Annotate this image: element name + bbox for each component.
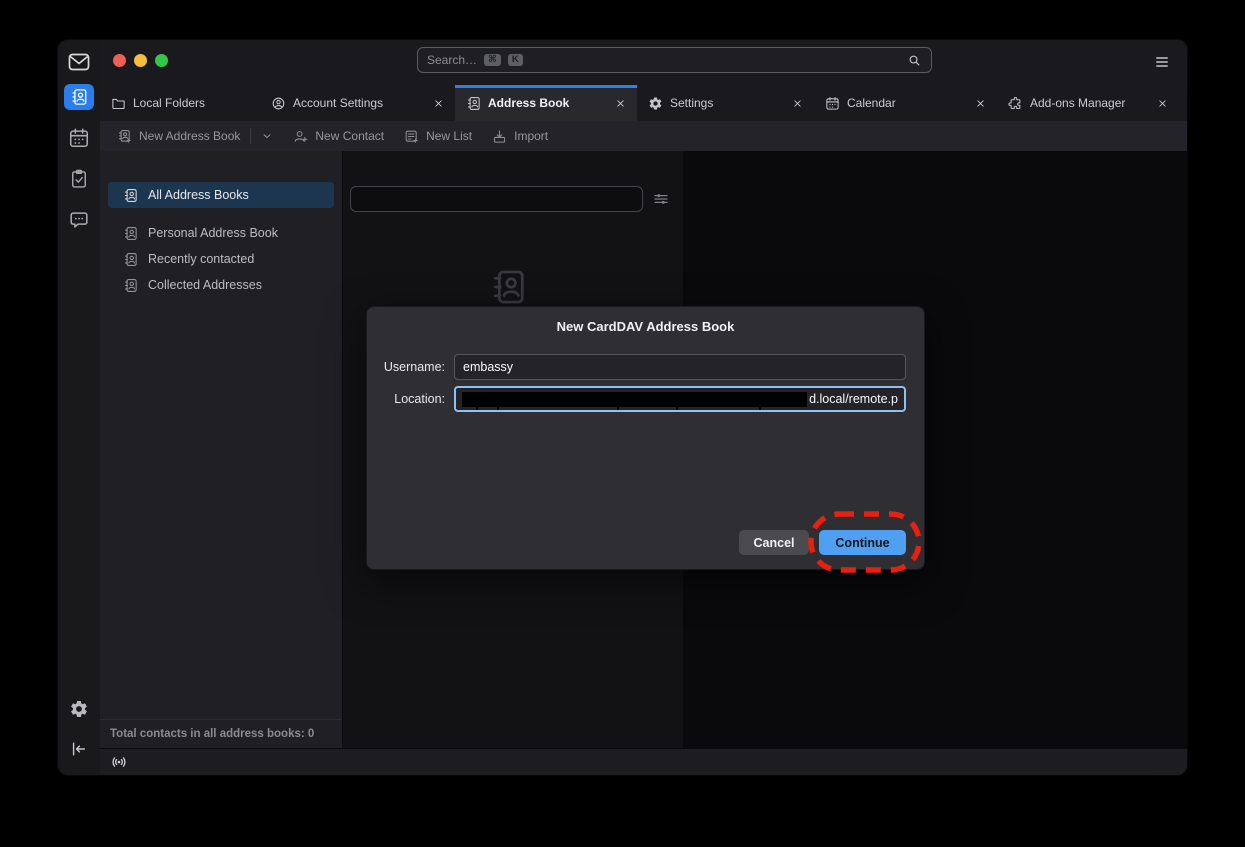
tab-calendar[interactable]: Calendar — [814, 85, 997, 121]
close-tab-icon[interactable] — [615, 98, 626, 109]
tab-label: Address Book — [488, 96, 569, 110]
address-book-toolbar: New Address Book New Contact New List Im… — [100, 121, 1187, 151]
folder-icon — [111, 96, 126, 111]
calendar-icon — [825, 96, 840, 111]
location-visible-text: d.local/remote.p — [809, 392, 898, 406]
sidebar-item-label: Collected Addresses — [148, 278, 262, 292]
toolbar-label: New Address Book — [139, 129, 240, 143]
app-menu-icon[interactable] — [1154, 55, 1170, 69]
address-book-icon — [123, 278, 138, 293]
empty-address-book-icon — [489, 268, 527, 306]
new-contact-icon — [293, 129, 308, 144]
puzzle-icon — [1008, 96, 1023, 111]
mail-space-icon[interactable] — [67, 50, 91, 74]
minimize-window-button[interactable] — [134, 54, 147, 67]
search-icon — [907, 53, 922, 68]
tab-addons-manager[interactable]: Add-ons Manager — [997, 85, 1179, 121]
tab-label: Add-ons Manager — [1030, 96, 1125, 110]
collapse-rail-icon[interactable] — [67, 737, 91, 761]
dialog-title: New CardDAV Address Book — [367, 319, 924, 334]
close-tab-icon[interactable] — [975, 98, 986, 109]
address-book-icon — [123, 226, 138, 241]
location-label: Location: — [383, 392, 445, 406]
global-search-field[interactable]: Search… ⌘ K — [417, 47, 932, 73]
new-list-icon — [404, 129, 419, 144]
close-tab-icon[interactable] — [792, 98, 803, 109]
address-book-icon — [123, 252, 138, 267]
total-contacts-status: Total contacts in all address books: 0 — [100, 719, 342, 748]
sidebar-item-all-address-books[interactable]: All Address Books — [108, 182, 334, 208]
tab-label: Local Folders — [133, 96, 205, 110]
chat-space-icon[interactable] — [67, 208, 91, 231]
gear-icon — [648, 96, 663, 111]
tab-bar: Local Folders Account Settings Address B… — [100, 85, 1187, 121]
traffic-lights — [113, 54, 168, 67]
search-placeholder: Search… — [427, 53, 477, 67]
sidebar-item-label: All Address Books — [148, 188, 249, 202]
toolbar-label: New Contact — [315, 129, 384, 143]
address-book-space-icon[interactable] — [64, 84, 94, 110]
toolbar-label: New List — [426, 129, 472, 143]
address-book-icon — [123, 188, 138, 203]
contacts-search-input[interactable] — [350, 186, 643, 212]
username-label: Username: — [383, 360, 445, 374]
close-tab-icon[interactable] — [1157, 98, 1168, 109]
status-bar — [100, 748, 1187, 775]
location-field[interactable]: d.local/remote.p — [454, 386, 906, 412]
address-book-icon — [466, 96, 481, 111]
tab-label: Account Settings — [293, 96, 383, 110]
sidebar-item-collected-addresses[interactable]: Collected Addresses — [108, 272, 334, 298]
continue-button[interactable]: Continue — [819, 530, 906, 555]
broadcast-icon — [110, 753, 128, 771]
new-contact-button[interactable]: New Contact — [293, 129, 384, 144]
tab-label: Settings — [670, 96, 713, 110]
sidebar-item-label: Recently contacted — [148, 252, 254, 266]
close-tab-icon[interactable] — [433, 98, 444, 109]
address-books-sidebar: All Address Books Personal Address Book … — [100, 151, 342, 748]
new-address-book-button[interactable]: New Address Book — [117, 128, 273, 144]
title-bar: Search… ⌘ K — [100, 40, 1187, 85]
import-button[interactable]: Import — [492, 129, 548, 144]
toolbar-label: Import — [514, 129, 548, 143]
zoom-window-button[interactable] — [155, 54, 168, 67]
calendar-space-icon[interactable] — [67, 126, 91, 149]
close-window-button[interactable] — [113, 54, 126, 67]
sidebar-item-personal-address-book[interactable]: Personal Address Book — [108, 220, 334, 246]
account-icon — [271, 96, 286, 111]
screen: Search… ⌘ K Local Folders Account Settin… — [0, 0, 1245, 847]
settings-gear-icon[interactable] — [67, 697, 91, 721]
import-icon — [492, 129, 507, 144]
chevron-down-icon[interactable] — [261, 130, 273, 142]
new-list-button[interactable]: New List — [404, 129, 472, 144]
tab-account-settings[interactable]: Account Settings — [260, 85, 455, 121]
new-carddav-dialog: New CardDAV Address Book Username: Locat… — [366, 306, 925, 570]
cmd-keycap: ⌘ — [484, 54, 501, 67]
username-field[interactable] — [454, 354, 906, 380]
split-divider — [250, 128, 251, 144]
cancel-button[interactable]: Cancel — [739, 530, 809, 555]
tab-address-book[interactable]: Address Book — [455, 85, 637, 121]
tab-label: Calendar — [847, 96, 896, 110]
sidebar-item-recently-contacted[interactable]: Recently contacted — [108, 246, 334, 272]
k-keycap: K — [508, 54, 523, 67]
tasks-space-icon[interactable] — [67, 167, 91, 190]
sidebar-item-label: Personal Address Book — [148, 226, 278, 240]
spaces-toolbar — [58, 40, 100, 775]
tab-local-folders[interactable]: Local Folders — [100, 85, 260, 121]
new-address-book-icon — [117, 129, 132, 144]
tab-settings[interactable]: Settings — [637, 85, 814, 121]
display-options-icon[interactable] — [652, 190, 670, 208]
redacted-location-text — [462, 392, 807, 407]
